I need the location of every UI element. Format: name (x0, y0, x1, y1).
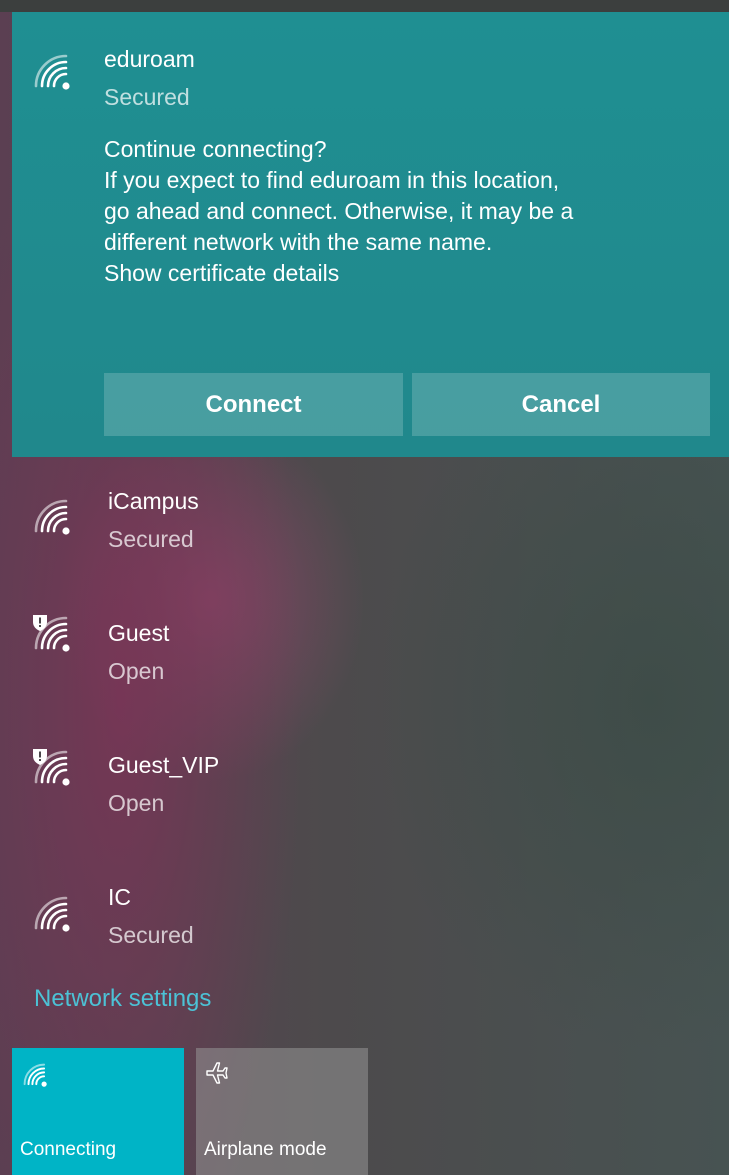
prompt-title: Continue connecting? (104, 136, 327, 162)
network-ssid: Guest_VIP (108, 752, 220, 778)
network-status: Secured (108, 526, 194, 552)
network-item-eduroam-expanded[interactable]: eduroam Secured Continue connecting? If … (12, 12, 729, 457)
connect-button[interactable]: Connect (104, 373, 403, 436)
tile-label: Airplane mode (204, 1139, 327, 1160)
wifi-signal-icon (32, 52, 72, 92)
network-ssid: eduroam (104, 46, 195, 72)
prompt-line: different network with the same name. (104, 229, 493, 255)
network-settings-link[interactable]: Network settings (34, 985, 211, 1013)
airplane-icon (204, 1060, 230, 1086)
prompt-line: If you expect to find eduroam in this lo… (104, 167, 560, 193)
network-status: Secured (104, 84, 190, 110)
cancel-button[interactable]: Cancel (412, 373, 710, 436)
network-ssid: IC (108, 884, 131, 910)
wifi-signal-icon (32, 894, 72, 934)
taskbar-edge (0, 0, 729, 12)
wifi-signal-icon (32, 497, 72, 537)
network-status: Open (108, 658, 165, 684)
show-certificate-link[interactable]: Show certificate details (104, 258, 339, 289)
wifi-quick-action-tile[interactable]: Connecting (12, 1048, 184, 1175)
tile-label: Connecting (20, 1139, 117, 1160)
wifi-open-warning-icon (32, 614, 72, 654)
airplane-mode-tile[interactable]: Airplane mode (196, 1048, 368, 1175)
network-status: Open (108, 790, 165, 816)
network-ssid: Guest (108, 620, 170, 646)
network-status: Secured (108, 922, 194, 948)
wifi-signal-icon (22, 1062, 48, 1088)
prompt-line: go ahead and connect. Otherwise, it may … (104, 198, 574, 224)
wifi-open-warning-icon (32, 748, 72, 788)
network-ssid: iCampus (108, 488, 199, 514)
